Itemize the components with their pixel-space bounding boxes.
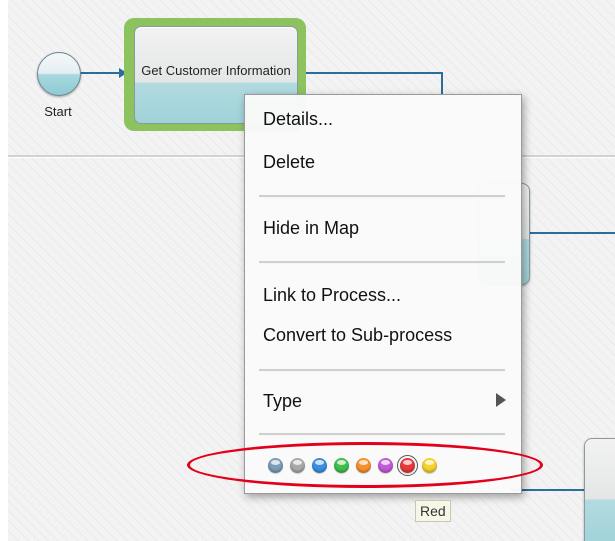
process-map-canvas[interactable]: Start Get Customer Information Details..…	[8, 0, 615, 541]
menu-item-type[interactable]: Type	[263, 391, 302, 412]
menu-separator	[259, 261, 505, 264]
color-tooltip: Red	[415, 500, 451, 522]
menu-item-delete[interactable]: Delete	[263, 152, 315, 173]
task-outgoing-connector	[298, 72, 443, 74]
menu-item-details[interactable]: Details...	[263, 109, 333, 130]
submenu-arrow-icon	[496, 393, 506, 407]
menu-item-link-to-process[interactable]: Link to Process...	[263, 285, 401, 306]
context-menu: Details... Delete Hide in Map Link to Pr…	[244, 94, 522, 494]
start-label: Start	[44, 104, 72, 119]
task-node-bottom-right[interactable]	[584, 438, 615, 541]
menu-item-hide-in-map[interactable]: Hide in Map	[263, 218, 359, 239]
menu-item-convert-to-subprocess[interactable]: Convert to Sub-process	[263, 325, 452, 346]
menu-separator	[259, 195, 505, 198]
annotation-ellipse	[187, 442, 543, 488]
task-label: Get Customer Information	[141, 63, 291, 78]
menu-separator	[259, 433, 505, 436]
lower-task-connector	[511, 489, 591, 491]
start-event-node[interactable]	[37, 52, 81, 96]
right-task-connector	[530, 232, 615, 234]
task-outgoing-connector-vertical	[441, 72, 443, 96]
menu-separator	[259, 369, 505, 372]
